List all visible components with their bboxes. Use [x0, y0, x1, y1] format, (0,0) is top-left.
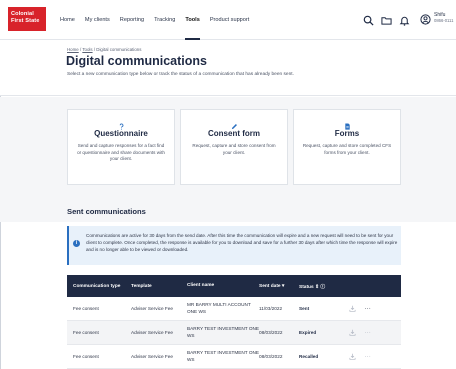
user-menu[interactable]: Shifu 0866-0111 — [420, 12, 453, 30]
brand-line-1: Colonial — [11, 11, 34, 17]
cell-template: Adviser Service Fee — [131, 354, 173, 359]
user-id: 0866-0111 — [434, 18, 454, 23]
table-row: Fee consent Adviser Service Fee MR BARRY… — [67, 297, 401, 321]
info-banner: i Communications are active for 30 days … — [67, 226, 401, 265]
page-header: Home / Tools / Digital communications Di… — [0, 40, 456, 96]
column-header-client: Client name — [187, 282, 215, 288]
column-header-type: Communication type — [73, 283, 121, 289]
cell-status: Sent — [299, 306, 310, 311]
document-icon — [294, 117, 400, 130]
download-icon[interactable] — [349, 353, 365, 361]
nav-item-tracking[interactable]: Tracking — [154, 0, 175, 40]
info-icon: i — [73, 240, 80, 247]
nav-item-home[interactable]: Home — [60, 0, 75, 40]
cell-type: Fee consent — [73, 330, 99, 335]
download-icon[interactable] — [349, 329, 365, 337]
page-subtitle: Select a new communication type below or… — [67, 72, 294, 77]
info-text: Communications are active for 30 days fr… — [86, 233, 398, 253]
cell-client: BARRY TEST INVESTMENT ONE WS — [187, 326, 259, 338]
column-header-template: Template — [131, 283, 152, 289]
consent-form-card[interactable]: Consent form Request, capture and store … — [180, 109, 288, 185]
page-title: Digital communications — [66, 54, 207, 68]
card-title: Consent form — [208, 129, 260, 138]
question-icon — [68, 117, 174, 130]
column-header-status[interactable]: Status ⇕ ⓘ — [299, 283, 349, 290]
nav-item-tools[interactable]: Tools — [185, 0, 200, 40]
download-icon[interactable] — [349, 305, 365, 313]
forms-card[interactable]: Forms Request, capture and store complet… — [293, 109, 401, 185]
cell-type: Fee consent — [73, 354, 99, 359]
cell-status: Expired — [299, 330, 317, 335]
cell-sent-date: 08/03/2022 — [259, 354, 283, 359]
cell-type: Fee consent — [73, 306, 99, 311]
more-options-icon[interactable]: ··· — [365, 330, 385, 335]
table-row: Fee consent Adviser Service Fee BARRY TE… — [67, 345, 401, 369]
breadcrumb-tools[interactable]: Tools — [82, 47, 92, 52]
brand-line-2: First State — [11, 18, 40, 24]
brand-logo[interactable]: Colonial First State — [8, 7, 46, 31]
more-options-icon[interactable]: ··· — [365, 354, 385, 359]
pen-icon — [181, 117, 287, 130]
bell-icon[interactable] — [399, 13, 410, 31]
search-icon[interactable] — [363, 13, 374, 31]
card-title: Forms — [334, 129, 360, 138]
sent-communications-table: Communication type Template Client name … — [67, 275, 401, 369]
top-nav: Colonial First State Home My clients Rep… — [0, 0, 456, 40]
nav-item-my-clients[interactable]: My clients — [85, 0, 110, 40]
breadcrumb-separator: / — [93, 47, 96, 52]
nav-item-reporting[interactable]: Reporting — [120, 0, 144, 40]
main-nav: Home My clients Reporting Tracking Tools… — [60, 0, 259, 40]
breadcrumb: Home / Tools / Digital communications — [67, 47, 141, 52]
nav-icons — [363, 13, 410, 31]
cell-sent-date: 08/03/2022 — [259, 330, 283, 335]
cell-template: Adviser Service Fee — [131, 306, 173, 311]
table-row: Fee consent Adviser Service Fee BARRY TE… — [67, 321, 401, 345]
nav-item-product-support[interactable]: Product support — [210, 0, 250, 40]
card-description: Request, capture and store consent from … — [192, 143, 276, 155]
card-description: Request, capture and store completed CFS… — [302, 143, 392, 155]
sent-communications-heading: Sent communications — [67, 207, 146, 216]
breadcrumb-separator: / — [79, 47, 82, 52]
table-header: Communication type Template Client name … — [67, 275, 401, 297]
user-icon — [420, 12, 431, 30]
questionnaire-card[interactable]: Questionnaire Send and capture responses… — [67, 109, 175, 185]
cell-status: Recalled — [299, 354, 319, 359]
folder-icon[interactable] — [381, 13, 392, 31]
cell-template: Adviser Service Fee — [131, 330, 173, 335]
column-header-sent-date[interactable]: Sent date ▾ — [259, 284, 299, 289]
card-description: Send and capture responses for a fact fi… — [77, 143, 165, 162]
more-options-icon[interactable]: ··· — [365, 306, 385, 311]
cell-client: MR BARRY MULTI ACCOUNT ONE WS — [187, 302, 251, 314]
card-title: Questionnaire — [94, 129, 148, 138]
cell-sent-date: 11/03/2022 — [259, 306, 283, 311]
breadcrumb-current: Digital communications — [96, 47, 142, 52]
cell-client: BARRY TEST INVESTMENT ONE WS — [187, 350, 259, 362]
breadcrumb-home[interactable]: Home — [67, 47, 79, 52]
